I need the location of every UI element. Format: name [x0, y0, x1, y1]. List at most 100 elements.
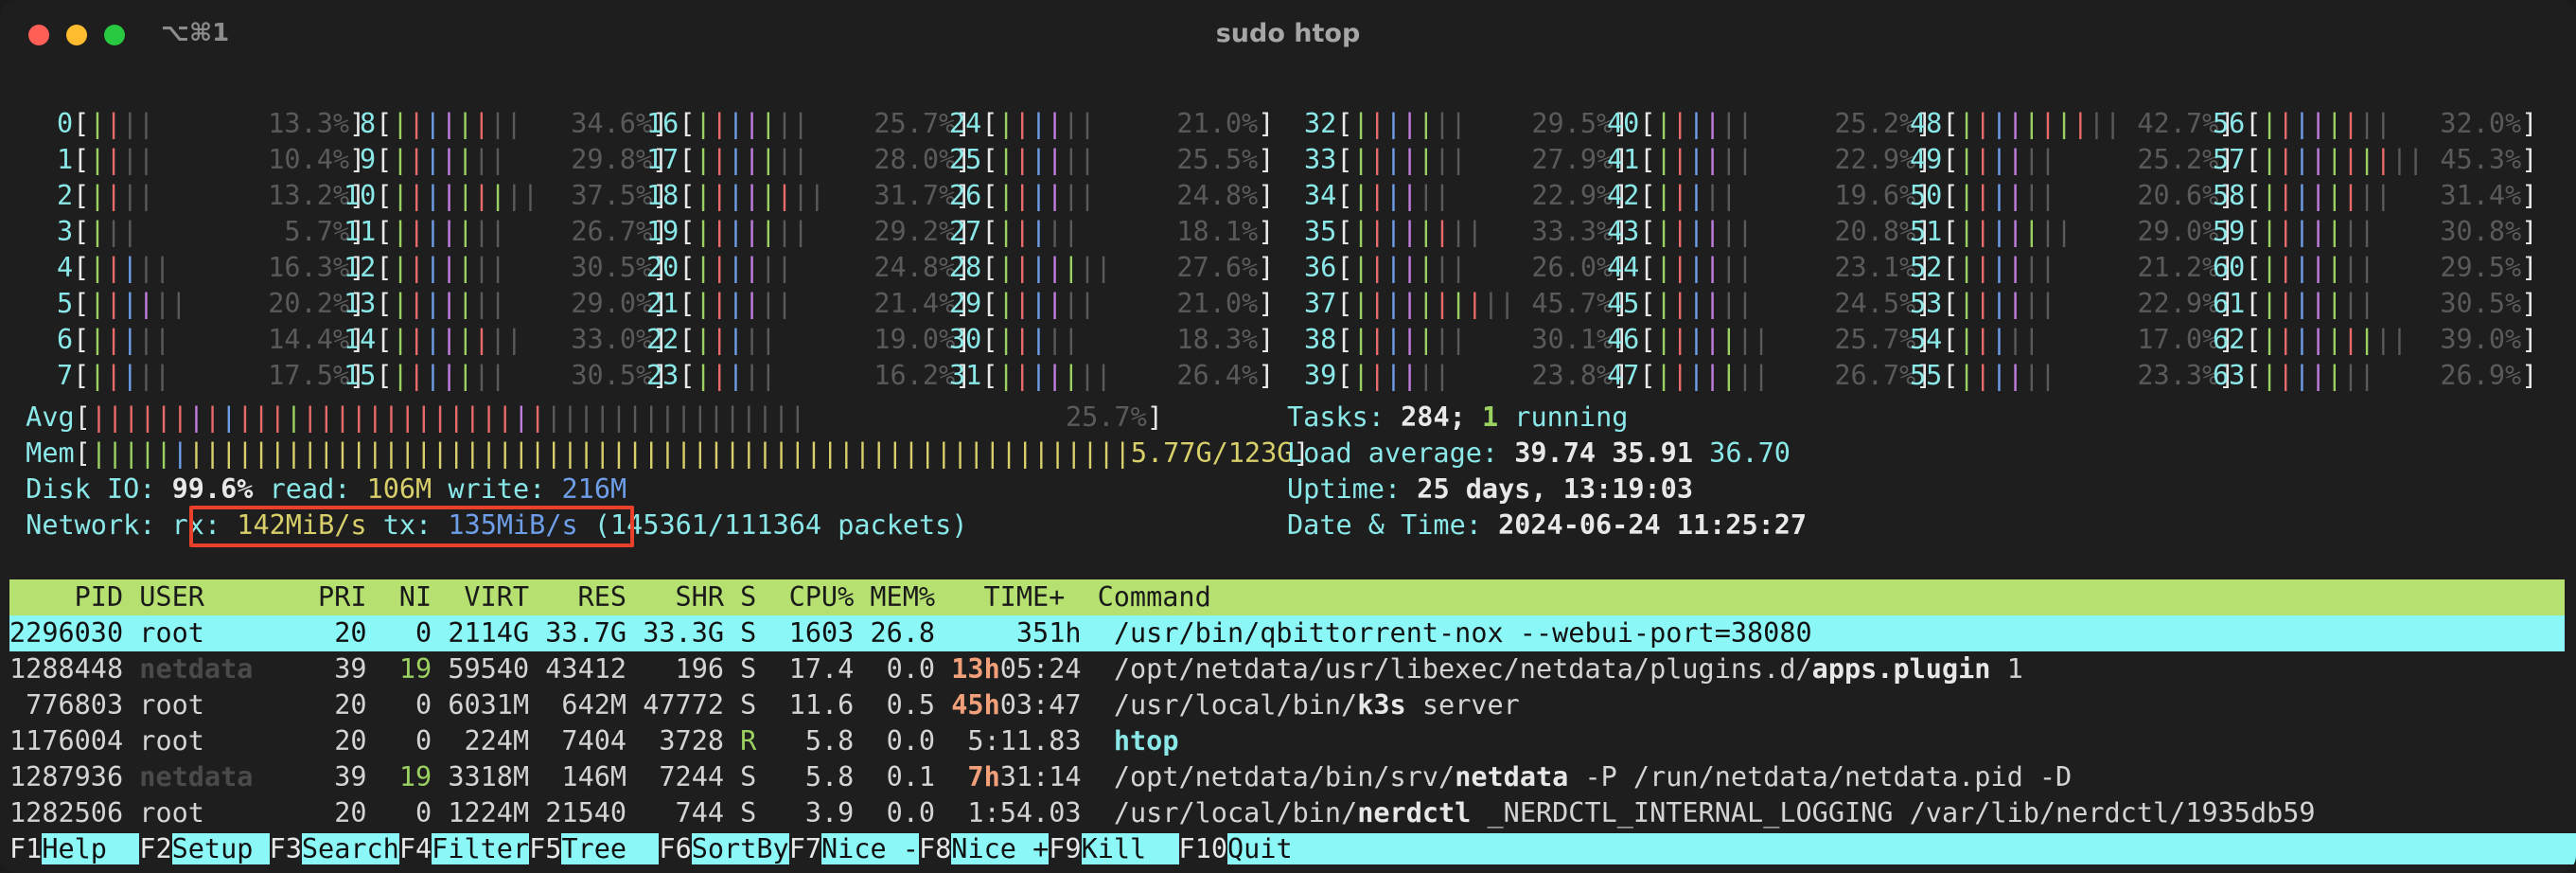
- bracket-close: ]: [2521, 144, 2538, 175]
- cpu-bar: |||||||: [2261, 288, 2375, 319]
- datetime-stat: Date & Time: 2024-06-24 11:25:27: [1287, 508, 2517, 543]
- fkey-f6[interactable]: F6: [659, 833, 692, 864]
- fkey-f4[interactable]: F4: [398, 833, 432, 864]
- cpu-id: 27: [949, 216, 982, 247]
- cpu-meter-11: 11[||||||| 26.7%]: [344, 214, 668, 250]
- cpu-percent: 20.2%: [268, 288, 350, 319]
- virt: 1224M: [448, 797, 546, 828]
- process-table-header[interactable]: PID USER PRI NI VIRT RES SHR S CPU% MEM%…: [9, 579, 2565, 615]
- bracket-open: [: [1942, 288, 1959, 319]
- fkey-f3[interactable]: F3: [269, 833, 302, 864]
- cpu-bar: |||||||: [1352, 144, 1467, 175]
- uptime-value: 25 days, 13:19:03: [1417, 473, 1693, 505]
- cpu-percent: 37.5%: [571, 180, 653, 211]
- cpu-meter-6: 6[||||| 14.4%]: [57, 322, 365, 358]
- cpu-percent: 29.0%: [571, 288, 653, 319]
- fkey-f1[interactable]: F1: [9, 833, 43, 864]
- fkey-label-f2[interactable]: Setup: [171, 833, 270, 864]
- cpu-percent: 33.3%: [1531, 216, 1614, 247]
- cpu-percent: 13.3%: [268, 108, 350, 139]
- bracket-open: [: [73, 360, 90, 391]
- process-row[interactable]: 2296030 root 20 0 2114G 33.7G 33.3G S 16…: [9, 615, 2565, 651]
- cpu-percent: 16.3%: [268, 252, 350, 283]
- cpu-percent: 23.1%: [1834, 252, 1916, 283]
- virt: 224M: [448, 725, 546, 757]
- process-row[interactable]: 1282506 root 20 0 1224M 21540 744 S 3.9 …: [9, 795, 2565, 831]
- fkey-label-f8[interactable]: Nice +: [951, 833, 1050, 864]
- cpu-id: 0: [57, 108, 74, 139]
- process-row[interactable]: 1288448 netdata 39 19 59540 43412 196 S …: [9, 651, 2565, 687]
- cpu-meter-52: 52[|||||| 21.2%]: [1910, 250, 2234, 286]
- fkey-label-f7[interactable]: Nice -: [821, 833, 919, 864]
- mem-percent: 0.5: [870, 689, 952, 721]
- cpu-percent: 20.6%: [2137, 180, 2219, 211]
- command-binary: nerdctl: [1357, 797, 1472, 828]
- cpu-bar: ||||||: [1958, 144, 2056, 175]
- cpu-bar: ||||||: [1655, 144, 1754, 175]
- disk-io-label: Disk IO:: [26, 473, 156, 505]
- cpu-id: 7: [57, 360, 74, 391]
- cpu-bar: |||: [89, 216, 138, 247]
- fkey-label-f4[interactable]: Filter: [432, 833, 530, 864]
- fkey-f9[interactable]: F9: [1049, 833, 1082, 864]
- fkey-label-f3[interactable]: Search: [301, 833, 399, 864]
- cpu-bar: ||||||: [1655, 216, 1754, 247]
- cpu-id: 44: [1607, 252, 1640, 283]
- cpu-bar: |||||||||: [2261, 324, 2408, 355]
- cpu-id: 26: [949, 180, 982, 211]
- cpu-id: 39: [1304, 360, 1337, 391]
- cpu-meter-23: 23[||||| 16.2%]: [646, 358, 971, 394]
- bracket-open: [: [1336, 324, 1353, 355]
- cpu-id: 21: [646, 288, 679, 319]
- nice: 0: [382, 797, 449, 828]
- pid: 2296030: [9, 617, 140, 649]
- cpu-percent: 45.3%: [2440, 144, 2522, 175]
- cpu-percent: 26.4%: [1176, 360, 1259, 391]
- fkey-f8[interactable]: F8: [918, 833, 952, 864]
- cpu-id: 41: [1607, 144, 1640, 175]
- cpu-id: 60: [2213, 252, 2246, 283]
- cpu-id: 16: [646, 108, 679, 139]
- cpu-bar: ||||: [89, 108, 155, 139]
- shr: 7244: [643, 761, 741, 793]
- fkey-f2[interactable]: F2: [139, 833, 172, 864]
- cpu-id: 2: [57, 180, 74, 211]
- cpu-id: 49: [1910, 144, 1943, 175]
- cpu-bar: |||||||: [1655, 324, 1770, 355]
- cpu-bar: ||||||: [997, 288, 1096, 319]
- cpu-bar: ||||||||: [1352, 216, 1483, 247]
- cpu-meter-38: 38[||||||| 30.1%]: [1304, 322, 1629, 358]
- disk-read-label: read:: [269, 473, 351, 505]
- avg-label: Avg: [26, 401, 75, 433]
- fkey-label-f10[interactable]: Quit: [1227, 833, 1293, 864]
- load-1: 39.74: [1514, 437, 1597, 469]
- cpu-bar: ||||||: [695, 252, 793, 283]
- cpu-id: 32: [1304, 108, 1337, 139]
- cpu-percent: 29.8%: [571, 144, 653, 175]
- cpu-meter-57: 57[|||||||||| 45.3%]: [2213, 142, 2537, 178]
- process-row[interactable]: 776803 root 20 0 6031M 642M 47772 S 11.6…: [9, 687, 2565, 723]
- res: 33.7G: [545, 617, 644, 649]
- fkey-f10[interactable]: F10: [1178, 833, 1228, 864]
- fkey-label-f9[interactable]: Kill: [1081, 833, 1179, 864]
- cpu-bar: |||||||: [392, 144, 506, 175]
- fkey-f7[interactable]: F7: [788, 833, 822, 864]
- bracket-open: [: [1336, 360, 1353, 391]
- bracket-open: [: [1942, 144, 1959, 175]
- cpu-id: 46: [1607, 324, 1640, 355]
- cpu-bar: ||||||||: [392, 324, 522, 355]
- priority: 20: [301, 617, 383, 649]
- process-row[interactable]: 1287936 netdata 39 19 3318M 146M 7244 S …: [9, 759, 2565, 795]
- process-row[interactable]: 1176004 root 20 0 224M 7404 3728 R 5.8 0…: [9, 723, 2565, 759]
- datetime-value: 2024-06-24 11:25:27: [1498, 509, 1808, 541]
- state: S: [740, 653, 773, 685]
- shr: 33.3G: [643, 617, 741, 649]
- user: root: [139, 689, 302, 721]
- bracket-close: ]: [1258, 144, 1275, 175]
- avg-bar: ||||||||||||||||||||||||||||||||||||||||…: [90, 401, 806, 433]
- cpu-bar: |||||||: [1352, 252, 1467, 283]
- fkey-f5[interactable]: F5: [529, 833, 562, 864]
- fkey-label-f5[interactable]: Tree: [561, 833, 660, 864]
- fkey-label-f1[interactable]: Help: [42, 833, 140, 864]
- fkey-label-f6[interactable]: SortBy: [691, 833, 789, 864]
